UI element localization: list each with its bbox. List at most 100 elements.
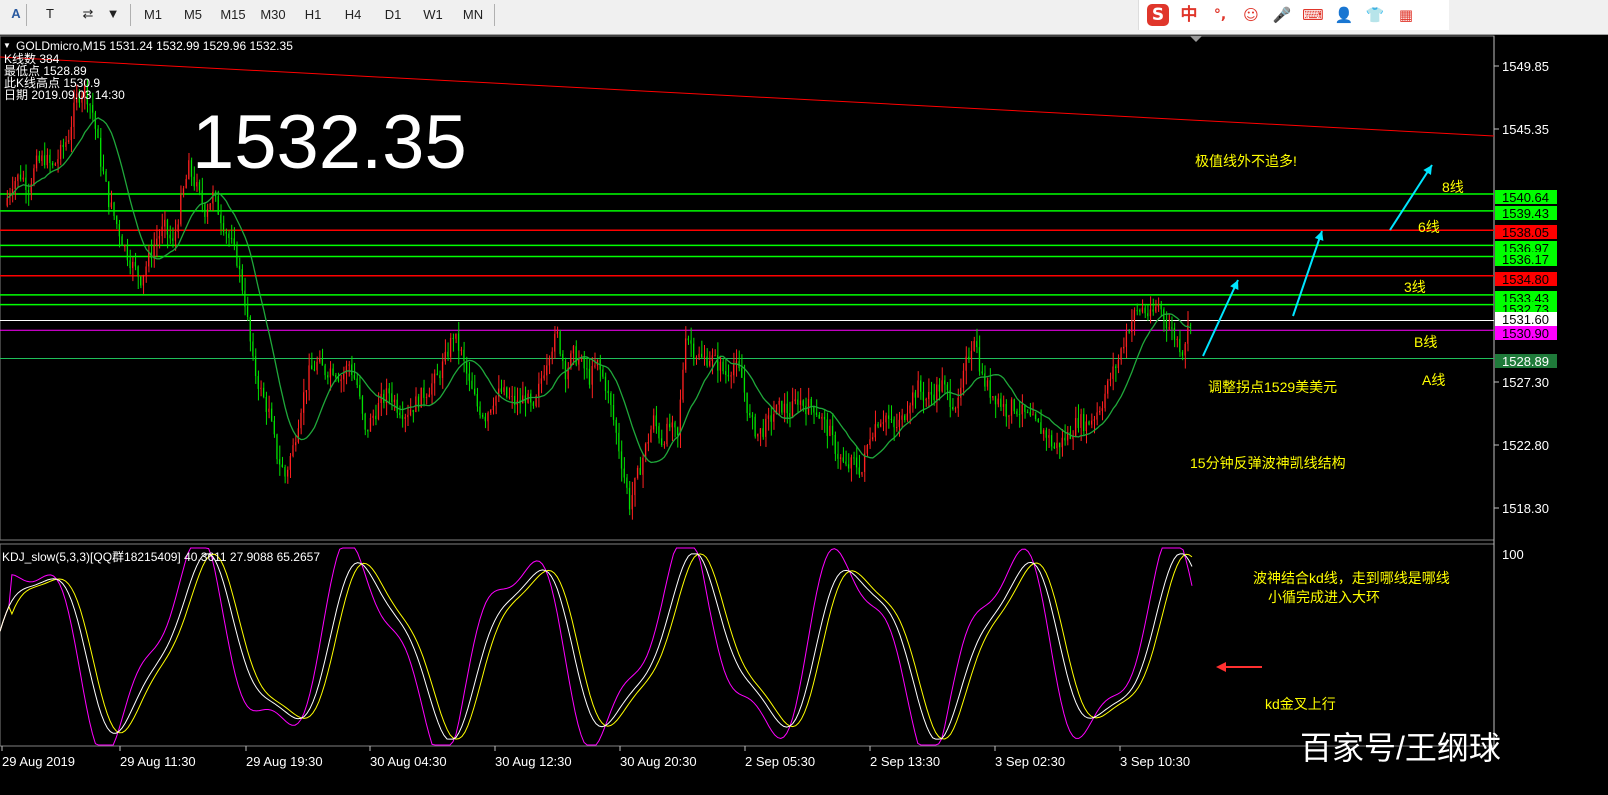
timeframe-d1[interactable]: D1 bbox=[374, 2, 412, 28]
candle-body bbox=[551, 351, 553, 359]
candle bbox=[324, 363, 326, 380]
candle-body bbox=[1187, 324, 1189, 344]
candle-body bbox=[1058, 442, 1061, 448]
candle bbox=[428, 387, 430, 398]
candle-body bbox=[473, 388, 476, 395]
level-tag: 1538.05 bbox=[1495, 225, 1557, 240]
candle-body bbox=[1021, 404, 1023, 415]
annotation: 调整拐点1529美美元 bbox=[1208, 379, 1337, 395]
candle-body bbox=[594, 365, 596, 367]
candle bbox=[105, 168, 107, 183]
arrows-tool[interactable]: ⇄ bbox=[76, 2, 100, 26]
candle bbox=[596, 359, 599, 371]
microphone-icon[interactable]: 🎤 bbox=[1271, 4, 1293, 26]
candle bbox=[610, 391, 612, 418]
sogou-logo-icon[interactable]: S bbox=[1147, 4, 1169, 26]
candle-body bbox=[1026, 411, 1029, 413]
candle-body bbox=[506, 387, 508, 397]
timeframe-m5[interactable]: M5 bbox=[174, 2, 212, 28]
candle bbox=[257, 370, 259, 401]
candle-body bbox=[823, 416, 826, 420]
candle bbox=[767, 407, 770, 431]
candle-body bbox=[14, 181, 16, 189]
candle bbox=[327, 371, 329, 385]
user-icon[interactable]: 👤 bbox=[1333, 4, 1355, 26]
dropdown[interactable]: ▼ bbox=[106, 2, 120, 26]
candle-body bbox=[364, 413, 366, 430]
candle bbox=[134, 252, 137, 271]
candle bbox=[952, 398, 954, 411]
candle bbox=[642, 453, 644, 489]
level-tag-value: 1530.90 bbox=[1502, 326, 1549, 341]
punctuation-toggle[interactable]: °, bbox=[1209, 4, 1231, 26]
candle bbox=[591, 357, 593, 399]
text-tool[interactable]: A bbox=[4, 2, 28, 26]
candle-body bbox=[957, 397, 959, 409]
candle bbox=[583, 351, 585, 380]
input-mode-toggle[interactable]: 中 bbox=[1178, 4, 1200, 26]
candle-body bbox=[503, 387, 505, 392]
candle bbox=[853, 451, 855, 466]
candle bbox=[647, 433, 649, 452]
timeframe-w1[interactable]: W1 bbox=[414, 2, 452, 28]
candle-body bbox=[802, 400, 804, 406]
candle-body bbox=[145, 266, 147, 276]
candle-body bbox=[684, 338, 687, 370]
candle-body bbox=[711, 355, 713, 361]
keyboard-icon[interactable]: ⌨ bbox=[1302, 4, 1324, 26]
candle bbox=[1053, 442, 1055, 449]
candle-body bbox=[142, 275, 144, 286]
timeframe-m30[interactable]: M30 bbox=[254, 2, 292, 28]
candle-body bbox=[335, 374, 337, 378]
candle bbox=[658, 422, 660, 444]
candle bbox=[308, 353, 310, 401]
candle bbox=[1045, 427, 1047, 451]
candle-body bbox=[1032, 414, 1034, 416]
collapse-icon: ▼ bbox=[3, 41, 11, 50]
candle bbox=[132, 257, 134, 282]
candle bbox=[1056, 432, 1058, 455]
candle-body bbox=[343, 373, 345, 380]
emoji-icon[interactable]: ☺ bbox=[1240, 4, 1262, 26]
text-label-tool[interactable]: T bbox=[38, 2, 62, 26]
shirt-icon[interactable]: 👕 bbox=[1364, 4, 1386, 26]
candle bbox=[837, 441, 839, 469]
candle-body bbox=[1064, 437, 1066, 441]
candle bbox=[984, 365, 986, 392]
timeframe-h4[interactable]: H4 bbox=[334, 2, 372, 28]
candle-body bbox=[49, 154, 51, 163]
candle bbox=[455, 333, 457, 344]
candle bbox=[941, 367, 943, 393]
candle-body bbox=[564, 360, 566, 380]
timeframe-m1[interactable]: M1 bbox=[134, 2, 172, 28]
candle bbox=[508, 387, 511, 400]
candle bbox=[214, 190, 217, 202]
candle bbox=[1016, 408, 1018, 417]
candle-body bbox=[896, 426, 898, 428]
candle bbox=[540, 370, 543, 394]
timeframe-mn[interactable]: MN bbox=[454, 2, 492, 28]
candle bbox=[1133, 307, 1136, 336]
timeframe-m15[interactable]: M15 bbox=[214, 2, 252, 28]
candle-body bbox=[938, 384, 940, 392]
candle bbox=[27, 183, 30, 206]
candle-body bbox=[783, 403, 785, 413]
candle bbox=[489, 408, 492, 416]
candle-body bbox=[794, 399, 796, 402]
candle-body bbox=[674, 422, 676, 428]
candle bbox=[749, 404, 751, 418]
price-tick-label: 1527.30 bbox=[1502, 375, 1549, 390]
candle-body bbox=[209, 203, 211, 210]
candle-body bbox=[129, 260, 131, 269]
candle bbox=[121, 234, 123, 246]
timeframe-h1[interactable]: H1 bbox=[294, 2, 332, 28]
price-tick-label: 1522.80 bbox=[1502, 438, 1549, 453]
candle-body bbox=[433, 373, 436, 384]
candle bbox=[719, 356, 722, 382]
candle-body bbox=[407, 414, 409, 418]
candle bbox=[543, 365, 545, 381]
grid-icon[interactable]: ▦ bbox=[1395, 4, 1417, 26]
candle-body bbox=[62, 144, 64, 147]
candle-body bbox=[1109, 378, 1111, 381]
candle-body bbox=[928, 391, 930, 400]
